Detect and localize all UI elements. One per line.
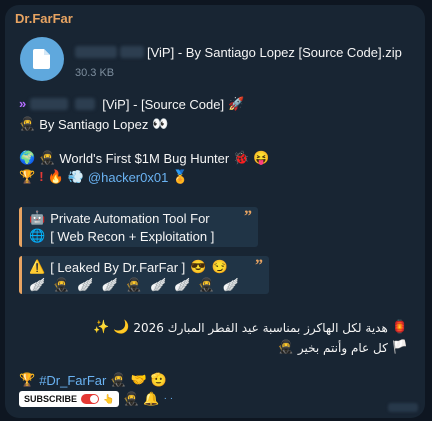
hashtag-line: 🏆 #Dr_FarFar 🥷 🤝 🫡 xyxy=(19,372,167,388)
hacker-icon: 🥷 xyxy=(53,277,70,292)
rocket-icon: 🚀 xyxy=(228,96,245,111)
hacker-handle-link[interactable]: @hacker0x01 xyxy=(88,170,168,185)
handshake-icon: 🤝 xyxy=(130,372,147,387)
redacted-text xyxy=(75,46,117,58)
globe-icon: 🌍 xyxy=(19,150,36,165)
crescent-moon-icon: 🌙 xyxy=(113,320,130,335)
bug-icon: 🐞 xyxy=(233,150,250,165)
arabic-greeting-line: 🏮 هدية لكل الهاكرز بمناسبة عيد الفطر الم… xyxy=(93,320,408,336)
arabic-wish-line: 🏳️ كل عام وأنتم بخير 🥷 xyxy=(278,340,408,356)
wave-hand-icon: 🫡 xyxy=(150,372,167,387)
author-line: 🥷 By Santiago Lopez 👀 xyxy=(19,116,169,132)
globe-icon: 🌐 xyxy=(29,228,46,243)
dash-icon: 💨 xyxy=(67,169,84,184)
hacker-avatar-icon: 🥷 xyxy=(19,116,36,131)
quote-line: ⚠️ [ Leaked By Dr.FarFar ] 😎 😏 xyxy=(29,259,228,275)
robot-icon: 🤖 xyxy=(29,210,46,225)
toggle-icon xyxy=(81,394,100,404)
handle-line: 🏆 ! 🔥 💨 @hacker0x01 🏅 xyxy=(19,169,189,185)
flag-icon: 🏳️ xyxy=(391,340,408,355)
wing-icon: 🪽 xyxy=(222,277,239,292)
quote-mark-icon: ” xyxy=(255,257,263,274)
smirk-face-icon: 😏 xyxy=(211,259,228,274)
hunter-text: World's First $1M Bug Hunter xyxy=(59,150,230,166)
sparkles-icon: ✨ xyxy=(92,320,110,335)
eyes-icon: 👀 xyxy=(152,116,169,131)
double-chevron-icon: » xyxy=(19,96,27,111)
wing-icon: 🪽 xyxy=(77,277,94,292)
hacker-icon: 🥷 xyxy=(125,277,142,292)
redacted-text xyxy=(75,98,96,110)
message-time xyxy=(388,403,418,412)
wing-icon: 🪽 xyxy=(101,277,118,292)
author-text: By Santiago Lopez xyxy=(39,116,149,132)
arabic-text-1: هدية لكل الهاكرز بمناسبة عيد الفطر المبا… xyxy=(133,321,388,335)
bell-icon: 🔔 xyxy=(143,391,160,406)
file-download-button[interactable] xyxy=(20,37,64,81)
wing-icon: 🪽 xyxy=(29,277,46,292)
header-line: » [ViP] - [Source Code] 🚀 xyxy=(19,96,244,112)
quote-line: 🤖 Private Automation Tool For xyxy=(29,210,210,226)
lantern-icon: 🏮 xyxy=(391,320,408,335)
subscribe-line: SUBSCRIBE 👆 🥷 🔔 · · xyxy=(19,391,173,407)
hooded-hacker-icon: 🥷 xyxy=(39,150,56,165)
quote-line: 🪽 🥷 🪽 🪽 🥷 🪽 🪽 🥷 🪽 xyxy=(29,276,261,294)
hacker-icon: 🥷 xyxy=(277,340,294,355)
cool-face-icon: 😎 xyxy=(190,259,207,274)
subscribe-button[interactable]: SUBSCRIBE 👆 xyxy=(19,391,120,407)
arabic-text-2: كل عام وأنتم بخير xyxy=(297,341,388,355)
redacted-text xyxy=(30,98,69,110)
file-name[interactable]: [ViP] - By Santiago Lopez [Source Code].… xyxy=(75,45,402,60)
file-size: 30.3 KB xyxy=(75,67,115,79)
medal-icon: 🏅 xyxy=(172,169,189,184)
hashtag-link[interactable]: #Dr_FarFar xyxy=(39,373,106,388)
hacker-icon: 🥷 xyxy=(123,391,140,406)
cursor-icon: 👆 xyxy=(103,393,115,404)
trophy-icon: 🏆 xyxy=(19,372,36,387)
quote-line: 🌐 [ Web Recon + Exploitation ] xyxy=(29,228,215,244)
header-title: [ViP] - [Source Code] xyxy=(102,96,225,112)
quote-block-tool: 🤖 Private Automation Tool For 🌐 [ Web Re… xyxy=(19,207,258,247)
document-icon xyxy=(33,49,50,69)
hunter-line: 🌍 🥷 World's First $1M Bug Hunter 🐞 😝 xyxy=(19,150,270,166)
hacker-icon: 🥷 xyxy=(110,372,127,387)
warning-icon: ⚠️ xyxy=(29,259,46,274)
hacker-icon: 🥷 xyxy=(198,277,215,292)
face-icon: 😝 xyxy=(253,150,270,165)
trophy-icon: 🏆 xyxy=(19,169,36,184)
flame-icon: 🔥 xyxy=(47,169,64,184)
dots-icon: · · xyxy=(163,393,174,404)
quote-block-leak: ⚠️ [ Leaked By Dr.FarFar ] 😎 😏 🪽 🥷 🪽 🪽 🥷… xyxy=(19,256,269,294)
exclamation-icon: ! xyxy=(39,169,44,184)
redacted-text xyxy=(120,46,144,58)
quote-mark-icon: ” xyxy=(244,208,252,225)
wing-icon: 🪽 xyxy=(174,277,191,292)
wing-icon: 🪽 xyxy=(149,277,167,292)
sender-name[interactable]: Dr.FarFar xyxy=(15,11,73,26)
